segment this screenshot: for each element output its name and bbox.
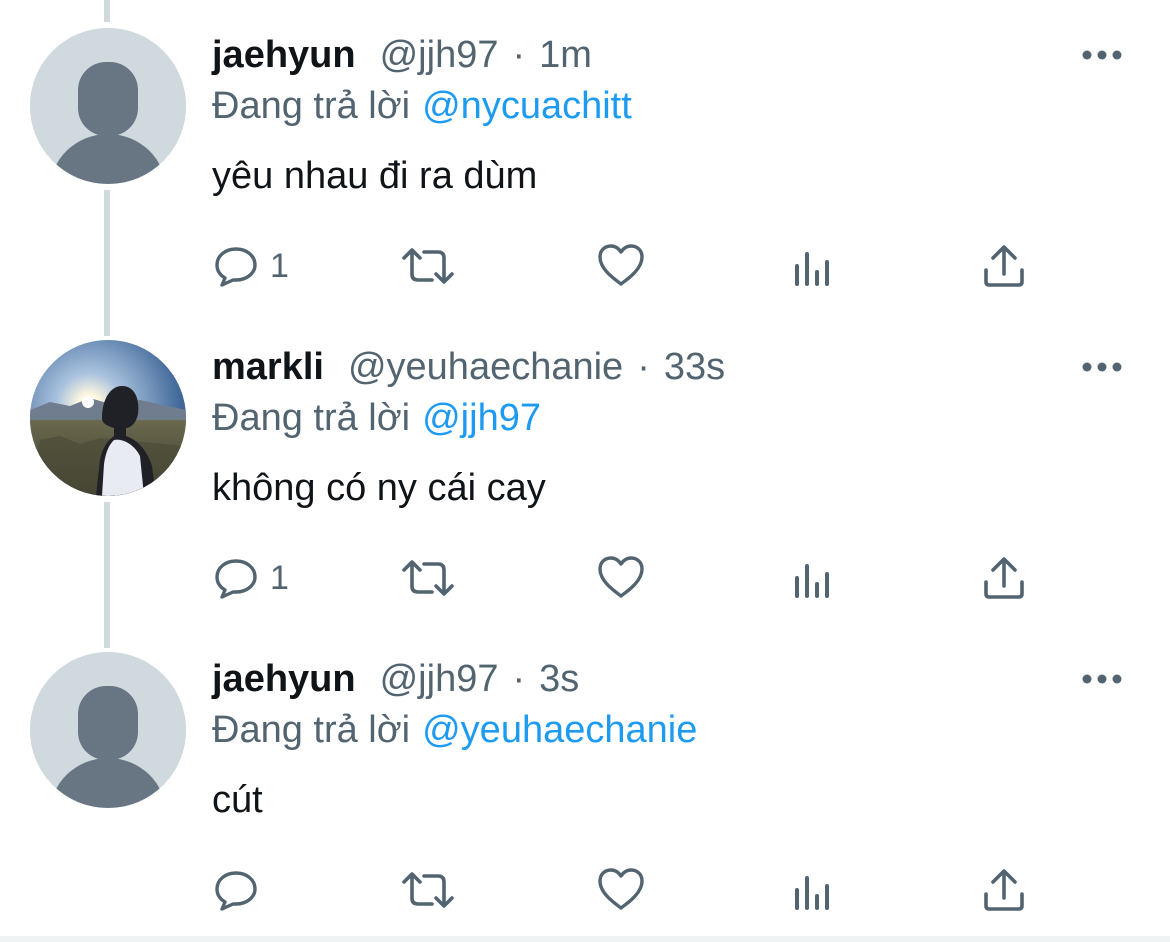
more-icon (1082, 50, 1122, 60)
share-button[interactable] (980, 548, 1028, 608)
share-button[interactable] (980, 860, 1028, 920)
more-icon (1082, 674, 1122, 684)
heart-icon (598, 244, 644, 286)
reply-icon (215, 871, 257, 911)
reply-count: 1 (270, 247, 289, 285)
tweet-actions: 1 (212, 548, 1052, 608)
share-icon (984, 557, 1024, 599)
reply-button[interactable] (212, 860, 270, 920)
avatar[interactable] (30, 28, 186, 184)
tweet[interactable]: markli @yeuhaechanie · 33s Đang trả lời @… (0, 312, 1170, 624)
avatar[interactable] (30, 652, 186, 808)
more-options-button[interactable] (1074, 40, 1130, 70)
tweet[interactable]: jaehyun @jjh97 · 3s Đang trả lời @yeuhaec… (0, 624, 1170, 936)
separator-dot: · (512, 34, 526, 76)
tweet-header: jaehyun @jjh97 · 3s (212, 654, 579, 704)
bottom-divider (0, 936, 1170, 942)
tweet-header: markli @yeuhaechanie · 33s (212, 342, 725, 392)
user-handle[interactable]: @jjh97 (380, 654, 499, 704)
user-handle[interactable]: @jjh97 (380, 30, 499, 80)
replying-to-mention[interactable]: @yeuhaechanie (422, 709, 697, 751)
separator-dot: · (512, 658, 526, 700)
tweet-text: yêu nhau đi ra dùm (212, 155, 538, 197)
tweet-header: jaehyun @jjh97 · 1m (212, 30, 592, 80)
replying-to-mention[interactable]: @jjh97 (422, 397, 541, 439)
tweet-actions: 1 (212, 236, 1052, 296)
display-name[interactable]: jaehyun (212, 30, 356, 80)
replying-to-line: Đang trả lời @jjh97 (212, 392, 541, 444)
retweet-button[interactable] (400, 860, 456, 920)
replying-to-label: Đang trả lời (212, 85, 411, 127)
tweet-actions (212, 860, 1052, 920)
reply-button[interactable]: 1 (212, 548, 289, 608)
reply-icon (215, 247, 257, 287)
retweet-button[interactable] (400, 548, 456, 608)
reply-count: 1 (270, 559, 289, 597)
views-icon (795, 564, 829, 598)
retweet-button[interactable] (400, 236, 456, 296)
heart-icon (598, 868, 644, 910)
share-icon (984, 245, 1024, 287)
more-options-button[interactable] (1074, 664, 1130, 694)
display-name[interactable]: jaehyun (212, 654, 356, 704)
tweet[interactable]: jaehyun @jjh97 · 1m Đang trả lời @nycuach… (0, 0, 1170, 312)
reply-button[interactable]: 1 (212, 236, 289, 296)
reply-icon (215, 559, 257, 599)
timestamp[interactable]: 1m (539, 30, 592, 80)
replying-to-label: Đang trả lời (212, 709, 411, 751)
views-button[interactable] (792, 548, 836, 608)
more-icon (1082, 362, 1122, 372)
views-button[interactable] (792, 236, 836, 296)
replying-to-mention[interactable]: @nycuachitt (422, 85, 632, 127)
display-name[interactable]: markli (212, 342, 324, 392)
retweet-icon (402, 560, 454, 596)
retweet-icon (402, 248, 454, 284)
views-icon (795, 876, 829, 910)
avatar[interactable] (30, 340, 186, 496)
views-icon (795, 252, 829, 286)
replying-to-line: Đang trả lời @nycuachitt (212, 80, 632, 132)
reply-thread: jaehyun @jjh97 · 1m Đang trả lời @nycuach… (0, 0, 1170, 942)
sunset-photo-avatar (30, 340, 186, 496)
tweet-text: không có ny cái cay (212, 467, 546, 509)
user-handle[interactable]: @yeuhaechanie (348, 342, 623, 392)
timestamp[interactable]: 33s (664, 342, 725, 392)
like-button[interactable] (596, 548, 646, 608)
heart-icon (598, 556, 644, 598)
more-options-button[interactable] (1074, 352, 1130, 382)
tweet-text: cút (212, 779, 263, 821)
replying-to-line: Đang trả lời @yeuhaechanie (212, 704, 697, 756)
timestamp[interactable]: 3s (539, 654, 579, 704)
like-button[interactable] (596, 236, 646, 296)
share-icon (984, 869, 1024, 911)
separator-dot: · (637, 346, 650, 388)
share-button[interactable] (980, 236, 1028, 296)
like-button[interactable] (596, 860, 646, 920)
retweet-icon (402, 872, 454, 908)
replying-to-label: Đang trả lời (212, 397, 411, 439)
views-button[interactable] (792, 860, 836, 920)
